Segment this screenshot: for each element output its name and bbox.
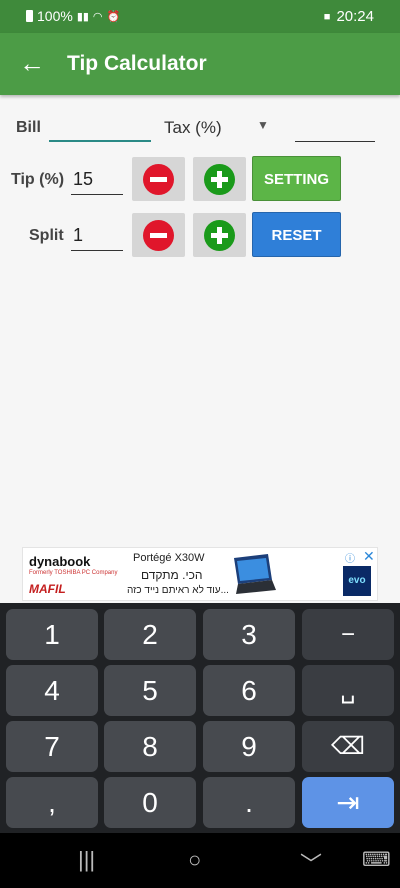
bill-label: Bill — [16, 119, 41, 136]
tax-dropdown[interactable]: Tax (%) ▼ — [164, 112, 276, 142]
ad-model: Portégé X30W — [133, 552, 205, 564]
system-nav-bar: ||| ○ ﹀ ⌨ — [0, 833, 400, 888]
wifi-icon: ◠ — [92, 10, 103, 23]
tip-input[interactable]: 15 — [71, 165, 123, 195]
home-icon[interactable]: ○ — [188, 847, 201, 873]
laptop-image — [234, 554, 276, 594]
battery-level: 100% — [37, 8, 73, 24]
split-increase-button[interactable] — [193, 213, 246, 257]
keyboard-icon[interactable]: ⌨ — [362, 847, 391, 872]
message-icon: ■ — [323, 10, 331, 23]
arrow-left-icon[interactable]: ← — [16, 47, 48, 79]
status-bar: 100% ▮▮ ◠ ⏰ ■ 20:24 — [0, 0, 400, 33]
ad-brand-sub: Formerly TOSHIBA PC Company — [29, 570, 118, 576]
next-field-icon[interactable]: ⇥ — [302, 777, 394, 828]
plus-icon — [204, 164, 235, 195]
chevron-down-icon: ▼ — [257, 118, 269, 132]
battery-icon — [26, 10, 33, 22]
space-icon[interactable]: ␣ — [302, 665, 394, 716]
close-icon[interactable]: ✕ — [363, 548, 375, 565]
split-label: Split — [29, 227, 64, 244]
tax-input[interactable] — [295, 112, 375, 142]
status-left: 100% ▮▮ ◠ ⏰ — [26, 8, 120, 24]
split-input[interactable]: 1 — [71, 221, 123, 251]
tax-dropdown-label: Tax (%) — [164, 118, 222, 137]
signal-icon: ▮▮ — [76, 10, 89, 23]
ad-banner[interactable]: dynabook Formerly TOSHIBA PC Company MAF… — [22, 547, 378, 601]
key-4[interactable]: 4 — [6, 665, 98, 716]
alarm-icon: ⏰ — [106, 10, 121, 23]
key-comma[interactable]: , — [6, 777, 98, 828]
tip-label: Tip (%) — [11, 171, 65, 188]
reset-button[interactable]: RESET — [252, 212, 341, 257]
key-9[interactable]: 9 — [203, 721, 295, 772]
ad-tagline: עוד לא ראיתם נייד כזה... — [127, 585, 229, 596]
bill-input[interactable] — [49, 112, 151, 142]
key-7[interactable]: 7 — [6, 721, 98, 772]
clock: 20:24 — [336, 8, 374, 25]
status-right: ■ 20:24 — [324, 8, 374, 25]
plus-icon — [204, 220, 235, 251]
key-0[interactable]: 0 — [104, 777, 196, 828]
minus-icon — [143, 164, 174, 195]
key-5[interactable]: 5 — [104, 665, 196, 716]
key-6[interactable]: 6 — [203, 665, 295, 716]
ad-badge: evo — [343, 566, 371, 596]
backspace-icon[interactable]: ⌫ — [302, 721, 394, 772]
setting-button[interactable]: SETTING — [252, 156, 341, 201]
split-decrease-button[interactable] — [132, 213, 185, 257]
recents-icon[interactable]: ||| — [78, 847, 95, 873]
numeric-keyboard: 1 2 3 − 4 5 6 ␣ 7 8 9 ⌫ , 0 . ⇥ — [0, 603, 400, 833]
tip-increase-button[interactable] — [193, 157, 246, 201]
ad-retailer-logo: MAFIL — [29, 582, 66, 596]
chevron-down-icon[interactable]: ﹀ — [300, 847, 322, 879]
key-1[interactable]: 1 — [6, 609, 98, 660]
key-minus[interactable]: − — [302, 609, 394, 660]
tip-decrease-button[interactable] — [132, 157, 185, 201]
key-8[interactable]: 8 — [104, 721, 196, 772]
info-icon[interactable]: ⓘ — [345, 550, 355, 565]
minus-icon — [143, 220, 174, 251]
key-period[interactable]: . — [203, 777, 295, 828]
ad-headline: הכי. מתקדם — [141, 568, 203, 582]
app-bar: ← Tip Calculator — [0, 33, 400, 95]
ad-brand: dynabook — [29, 554, 91, 569]
page-title: Tip Calculator — [67, 52, 207, 75]
key-2[interactable]: 2 — [104, 609, 196, 660]
key-3[interactable]: 3 — [203, 609, 295, 660]
